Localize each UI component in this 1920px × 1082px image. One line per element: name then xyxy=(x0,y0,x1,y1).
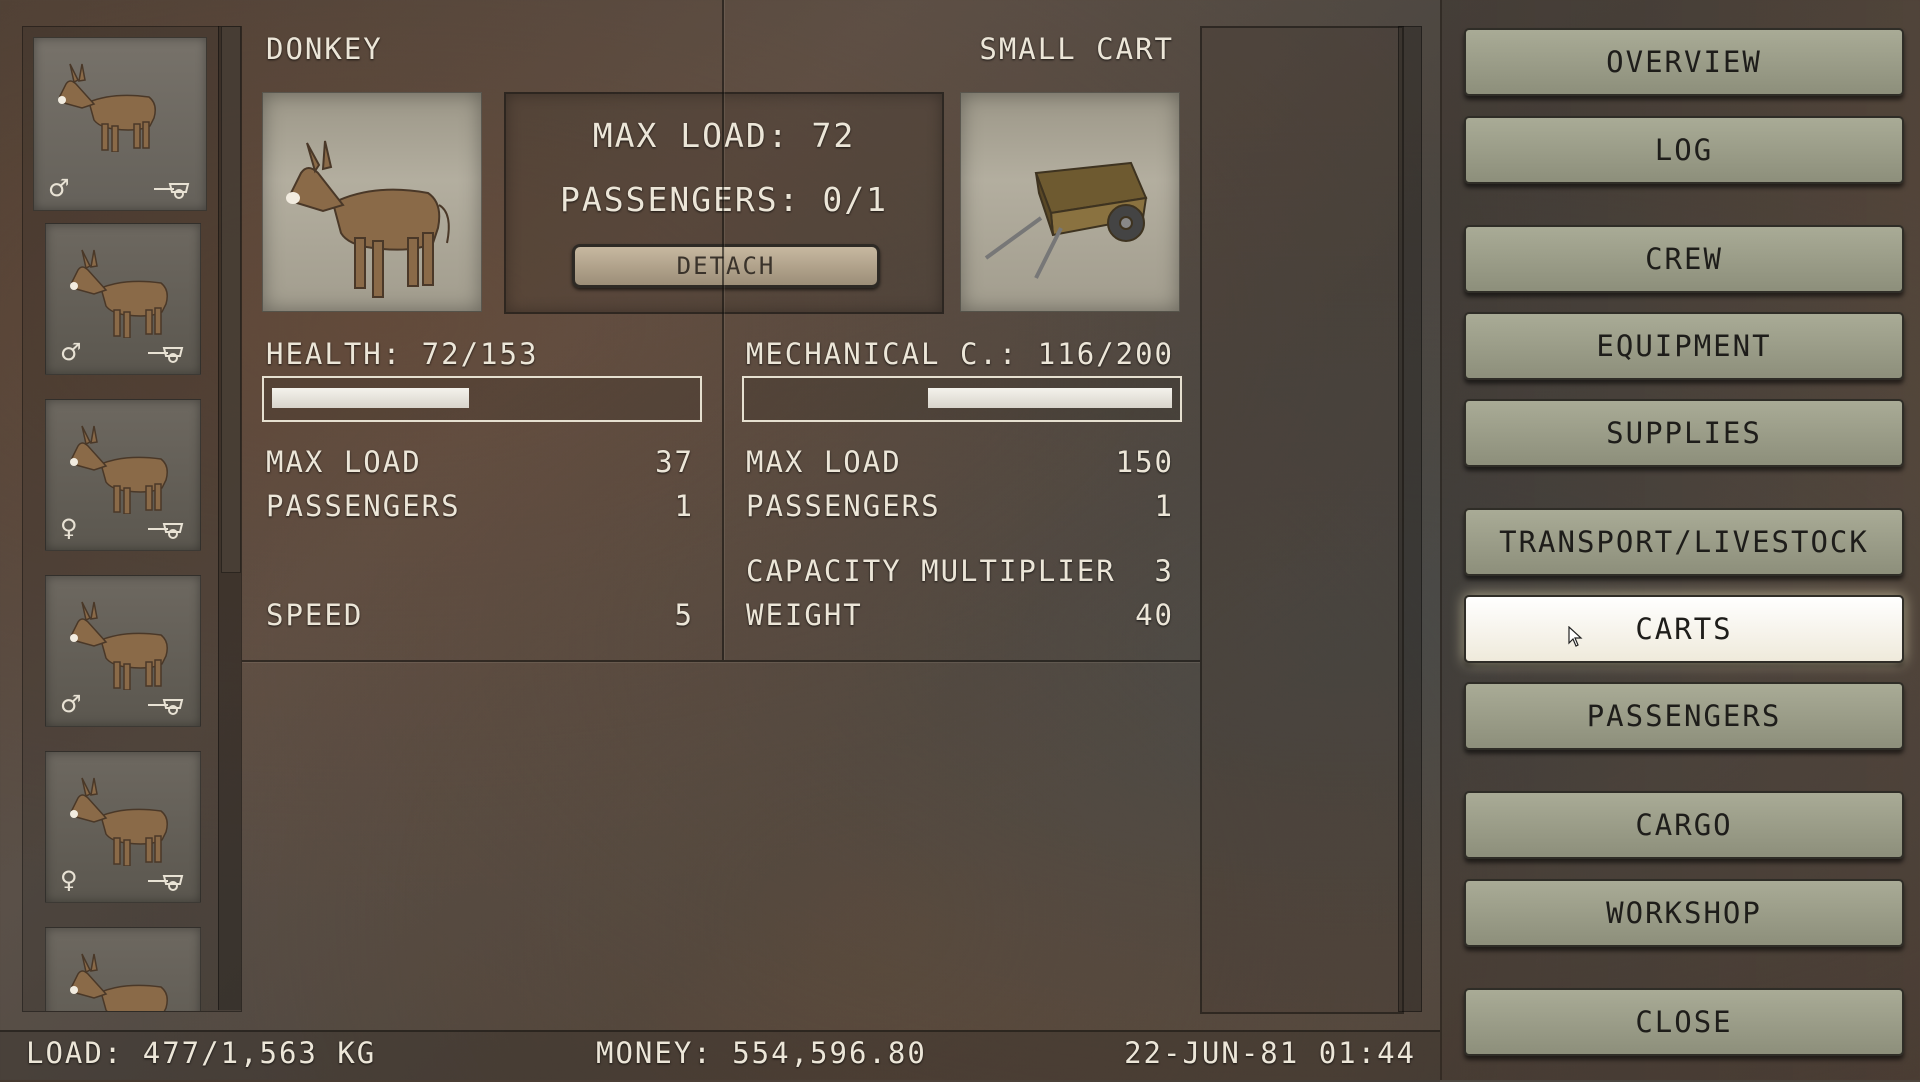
stat-row: CAPACITY MULTIPLIER 3 xyxy=(746,554,1174,588)
stat-value: 3 xyxy=(1154,554,1174,588)
female-sex-icon: ♀ xyxy=(60,514,78,542)
female-sex-icon: ♀ xyxy=(60,866,78,894)
animal-list[interactable]: ♂ ♂ ♀ ♂ ♀ xyxy=(22,26,242,1012)
male-sex-icon: ♂ xyxy=(48,174,70,202)
summary-panel: MAX LOAD: 72 PASSENGERS: 0/1 DETACH xyxy=(504,92,944,314)
animal-list-item[interactable]: ♂ xyxy=(45,575,201,727)
animal-list-item[interactable]: ♀ xyxy=(45,751,201,903)
stat-label: PASSENGERS xyxy=(266,489,461,523)
donkey-icon xyxy=(286,140,450,298)
stat-row: PASSENGERS 1 xyxy=(746,489,1174,523)
stat-label: MAX LOAD xyxy=(266,445,422,479)
datetime-status: 22-JUN-81 01:44 xyxy=(1124,1036,1416,1070)
cart-portrait xyxy=(960,92,1180,312)
cart-attached-icon xyxy=(148,523,184,539)
health-bar-fill xyxy=(272,388,470,408)
stats-divider xyxy=(242,660,1200,662)
stat-label: CAPACITY MULTIPLIER xyxy=(746,554,1116,588)
stat-row: MAX LOAD 150 xyxy=(746,445,1174,479)
summary-passengers: PASSENGERS: 0/1 xyxy=(559,180,888,219)
health-bar xyxy=(262,376,702,422)
transport-livestock-button[interactable]: TRANSPORT/LIVESTOCK xyxy=(1464,508,1904,576)
stat-value: 150 xyxy=(1115,445,1174,479)
mechanical-condition-bar xyxy=(742,376,1182,422)
stat-row: PASSENGERS 1 xyxy=(266,489,694,523)
animal-name-header: Donkey xyxy=(266,32,383,66)
cart-attached-icon xyxy=(154,183,190,199)
animal-list-item[interactable]: ♂ xyxy=(45,223,201,375)
stat-label: SPEED xyxy=(266,598,364,632)
carts-button[interactable]: CARTS xyxy=(1464,595,1904,663)
equipment-button[interactable]: EQUIPMENT xyxy=(1464,312,1904,380)
load-status: LOAD: 477/1,563 KG xyxy=(26,1036,377,1070)
cart-attached-icon xyxy=(148,699,184,715)
supplies-button[interactable]: SUPPLIES xyxy=(1464,399,1904,467)
animal-list-item[interactable] xyxy=(45,927,201,1011)
stat-label: WEIGHT xyxy=(746,598,863,632)
animal-list-scrollbar[interactable] xyxy=(218,26,241,1010)
money-status: MONEY: 554,596.80 xyxy=(596,1036,927,1070)
detach-button[interactable]: DETACH xyxy=(572,244,880,288)
cart-icon xyxy=(984,161,1148,279)
cart-list[interactable] xyxy=(1200,26,1404,1014)
stat-value: 1 xyxy=(1154,489,1174,523)
cart-list-scrollbar[interactable] xyxy=(1398,26,1422,1012)
stat-row: SPEED 5 xyxy=(266,598,694,632)
animal-list-scroll-thumb[interactable] xyxy=(221,26,241,573)
animal-list-item[interactable]: ♂ xyxy=(33,37,207,211)
animal-portrait xyxy=(262,92,482,312)
cart-attached-icon xyxy=(148,347,184,363)
stat-row: MAX LOAD 37 xyxy=(266,445,694,479)
summary-max-load: MAX LOAD: 72 xyxy=(592,116,856,155)
stat-value: 37 xyxy=(655,445,694,479)
donkey-icon xyxy=(70,249,168,338)
stat-value: 40 xyxy=(1135,598,1174,632)
animal-list-item[interactable]: ♀ xyxy=(45,399,201,551)
donkey-icon xyxy=(70,601,168,690)
stat-row: WEIGHT 40 xyxy=(746,598,1174,632)
mechanical-condition-label: MECHANICAL C.: 116/200 xyxy=(745,337,1174,371)
mechanical-condition-bar-fill xyxy=(928,388,1172,408)
mouse-cursor-icon xyxy=(1568,626,1583,647)
column-divider xyxy=(722,0,724,660)
passengers-button[interactable]: PASSENGERS xyxy=(1464,682,1904,750)
workshop-button[interactable]: WORKSHOP xyxy=(1464,879,1904,947)
donkey-icon xyxy=(70,777,168,866)
cart-attached-icon xyxy=(148,875,184,891)
donkey-icon xyxy=(70,425,168,514)
donkey-icon xyxy=(58,63,156,152)
crew-button[interactable]: CREW xyxy=(1464,225,1904,293)
cargo-button[interactable]: CARGO xyxy=(1464,791,1904,859)
close-button[interactable]: CLOSE xyxy=(1464,988,1904,1056)
male-sex-icon: ♂ xyxy=(60,338,82,366)
cart-name-header: Small Cart xyxy=(979,32,1174,66)
male-sex-icon: ♂ xyxy=(60,690,82,718)
stat-label: PASSENGERS xyxy=(746,489,941,523)
overview-button[interactable]: OVERVIEW xyxy=(1464,28,1904,96)
health-label: HEALTH: 72/153 xyxy=(266,337,539,371)
stat-value: 5 xyxy=(674,598,694,632)
log-button[interactable]: LOG xyxy=(1464,116,1904,184)
stat-label: MAX LOAD xyxy=(746,445,902,479)
donkey-icon xyxy=(70,953,168,1011)
stat-value: 1 xyxy=(674,489,694,523)
